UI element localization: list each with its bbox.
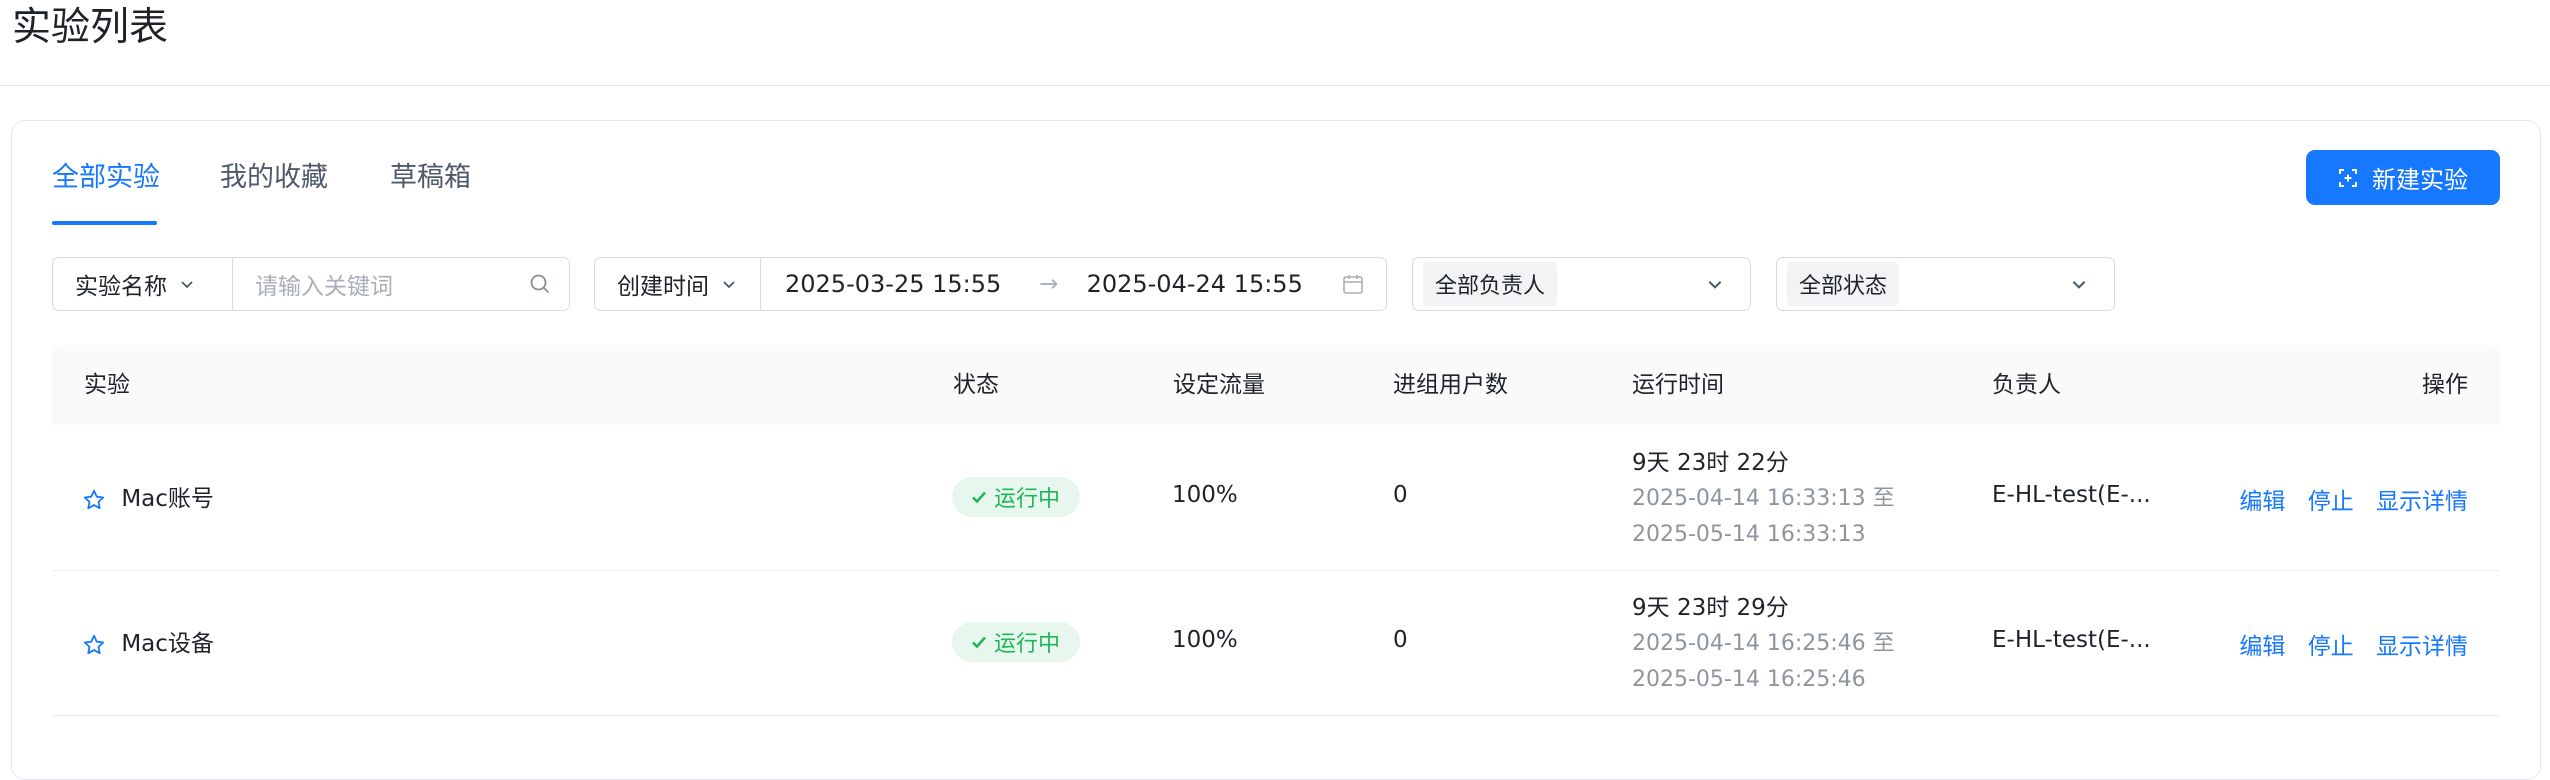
chevron-down-icon [179, 276, 195, 292]
active-tab-indicator [52, 221, 157, 225]
row-actions: 编辑 停止 显示详情 [2224, 627, 2468, 661]
traffic-value: 100% [1172, 627, 1238, 653]
status-cell: 运行中 [952, 477, 1081, 517]
chevron-down-icon [721, 276, 737, 292]
tab-all-experiments[interactable]: 全部实验 [52, 154, 160, 202]
date-range-picker[interactable]: 2025-03-25 15:55 → 2025-04-24 15:55 [761, 258, 1386, 310]
name-filter-type-label: 实验名称 [75, 274, 167, 300]
row-actions: 编辑 停止 显示详情 [2224, 482, 2468, 516]
status-text: 运行中 [994, 487, 1061, 512]
stop-link[interactable]: 停止 [2308, 489, 2354, 515]
show-details-link[interactable]: 显示详情 [2376, 489, 2468, 515]
edit-link[interactable]: 编辑 [2239, 489, 2285, 515]
keyword-placeholder: 请输入关键词 [255, 274, 393, 300]
user-count-value: 0 [1393, 482, 1408, 508]
show-details-link[interactable]: 显示详情 [2376, 634, 2468, 660]
new-experiment-button[interactable]: 新建实验 [2306, 150, 2500, 205]
date-range-start[interactable]: 2025-03-25 15:55 [785, 270, 1001, 298]
traffic-value: 100% [1172, 482, 1238, 508]
title-divider [0, 85, 2550, 86]
run-time-cell: 9天 23时 22分 2025-04-14 16:33:13 至 2025-05… [1632, 445, 1895, 553]
column-header-traffic: 设定流量 [1173, 372, 1265, 398]
new-experiment-label: 新建实验 [2372, 166, 2468, 194]
owner-select-value: 全部负责人 [1423, 262, 1558, 306]
star-outline-icon[interactable] [82, 633, 106, 657]
check-icon [970, 488, 988, 506]
date-range-end[interactable]: 2025-04-24 15:55 [1087, 270, 1303, 298]
table-header: 实验 状态 设定流量 进组用户数 运行时间 负责人 操作 [52, 345, 2500, 425]
column-header-owner: 负责人 [1992, 372, 2061, 398]
run-range-end: 2025-05-14 16:33:13 [1632, 522, 1866, 547]
name-filter: 实验名称 请输入关键词 [52, 257, 570, 311]
run-duration: 9天 23时 22分 [1632, 450, 1789, 476]
owner-value: E-HL-test(E-... [1992, 482, 2151, 508]
column-header-experiment: 实验 [84, 372, 130, 398]
keyword-search-input[interactable]: 请输入关键词 [233, 258, 569, 310]
chevron-down-icon [1706, 275, 1724, 293]
status-badge: 运行中 [952, 477, 1081, 517]
column-header-run-time: 运行时间 [1632, 372, 1724, 398]
date-range-arrow: → [1039, 271, 1059, 297]
tab-drafts[interactable]: 草稿箱 [390, 154, 471, 202]
column-header-users: 进组用户数 [1393, 372, 1508, 398]
name-filter-type-select[interactable]: 实验名称 [53, 258, 233, 310]
search-icon[interactable] [529, 273, 551, 295]
column-header-actions: 操作 [2422, 372, 2468, 398]
owner-value: E-HL-test(E-... [1992, 627, 2151, 653]
table-row: Mac账号 运行中 100% 0 9天 23时 22分 2025-04-14 1… [52, 425, 2500, 571]
run-range-start: 2025-04-14 16:33:13 至 [1632, 486, 1895, 511]
column-header-status: 状态 [953, 372, 999, 398]
status-badge: 运行中 [952, 622, 1081, 662]
experiment-name-cell: Mac设备 [82, 624, 214, 658]
run-range-start: 2025-04-14 16:25:46 至 [1632, 631, 1895, 656]
run-time-cell: 9天 23时 29分 2025-04-14 16:25:46 至 2025-05… [1632, 590, 1895, 698]
edit-link[interactable]: 编辑 [2239, 634, 2285, 660]
time-filter: 创建时间 2025-03-25 15:55 → 2025-04-24 15:55 [594, 257, 1387, 311]
status-cell: 运行中 [952, 622, 1081, 662]
calendar-icon [1342, 273, 1364, 295]
experiment-name-cell: Mac账号 [82, 479, 214, 513]
table-row: Mac设备 运行中 100% 0 9天 23时 29分 2025-04-14 1… [52, 570, 2500, 716]
check-icon [970, 633, 988, 651]
run-range-end: 2025-05-14 16:25:46 [1632, 667, 1866, 692]
chevron-down-icon [2070, 275, 2088, 293]
status-select[interactable]: 全部状态 [1776, 257, 2115, 311]
stop-link[interactable]: 停止 [2308, 634, 2354, 660]
star-outline-icon[interactable] [82, 488, 106, 512]
status-select-value: 全部状态 [1787, 262, 1900, 306]
scan-add-icon [2338, 168, 2358, 188]
status-text: 运行中 [994, 632, 1061, 657]
page-title: 实验列表 [12, 5, 169, 50]
owner-select[interactable]: 全部负责人 [1412, 257, 1751, 311]
run-duration: 9天 23时 29分 [1632, 595, 1789, 621]
user-count-value: 0 [1393, 627, 1408, 653]
time-filter-type-label: 创建时间 [617, 274, 709, 300]
tab-my-favorites[interactable]: 我的收藏 [220, 154, 328, 202]
experiment-name[interactable]: Mac设备 [121, 631, 214, 657]
time-filter-type-select[interactable]: 创建时间 [595, 258, 761, 310]
experiment-name[interactable]: Mac账号 [121, 486, 214, 512]
